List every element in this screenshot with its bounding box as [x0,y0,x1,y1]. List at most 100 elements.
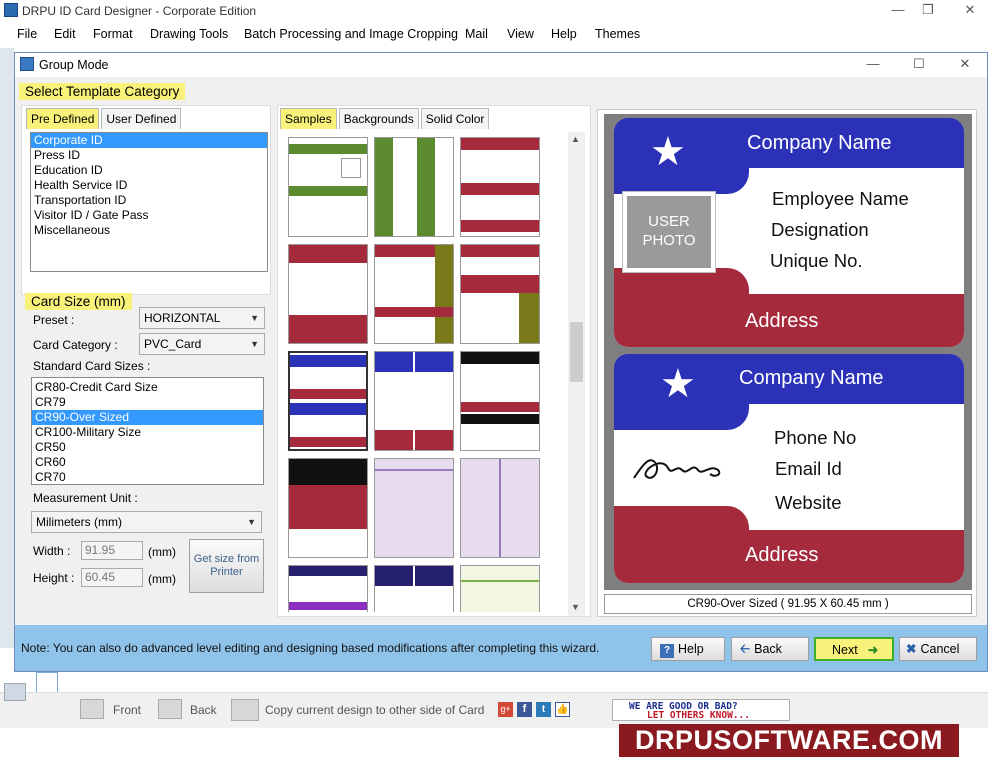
get-size-from-printer-button[interactable]: Get size from Printer [189,539,264,593]
help-label: Help [678,642,704,656]
template-thumbnail[interactable] [460,351,540,451]
page-tab[interactable] [36,672,58,694]
height-input[interactable]: 60.45 [81,568,143,587]
menu-file[interactable]: File [17,27,37,41]
copy-design-icon[interactable] [231,699,259,721]
google-plus-icon[interactable]: g+ [498,702,513,717]
measurement-unit-dropdown[interactable]: Milimeters (mm) ▼ [31,511,262,533]
menu-batch-processing[interactable]: Batch Processing and Image Cropping [244,27,458,41]
list-item[interactable]: CR70 [32,470,263,485]
brand-banner[interactable]: DRPUSOFTWARE.COM [619,724,959,757]
menu-drawing-tools[interactable]: Drawing Tools [150,27,228,41]
width-input[interactable]: 91.95 [81,541,143,560]
card-size-section-title: Card Size (mm) [25,293,132,310]
measurement-unit-value: Milimeters (mm) [36,515,122,529]
left-toolbar-strip [0,48,14,648]
chevron-down-icon: ▼ [250,313,259,323]
card-category-label: Card Category : [33,338,118,352]
list-item[interactable]: CR90-Over Sized [32,410,263,425]
template-thumbnail[interactable] [288,137,368,237]
preset-value: HORIZONTAL [144,311,221,325]
measurement-unit-label: Measurement Unit : [33,491,138,505]
arrow-right-icon: ➜ [867,643,879,657]
list-item[interactable]: CR50 [32,440,263,455]
list-item[interactable]: CR79 [32,395,263,410]
template-thumbnail[interactable] [288,351,368,451]
app-window: DRPU ID Card Designer - Corporate Editio… [0,0,988,757]
feedback-banner[interactable]: WE ARE GOOD OR BAD? LET OTHERS KNOW... [612,699,790,721]
template-thumbnail[interactable] [374,137,454,237]
template-thumbnail[interactable] [374,565,454,612]
menu-edit[interactable]: Edit [54,27,76,41]
dialog-minimize-icon[interactable]: — [855,54,891,76]
front-label[interactable]: Front [113,703,141,717]
menu-help[interactable]: Help [551,27,577,41]
list-item[interactable]: Miscellaneous [31,223,267,238]
tab-solid-color[interactable]: Solid Color [420,108,490,129]
front-line-2: Designation [771,219,869,240]
template-thumbnail[interactable] [460,565,540,612]
list-item[interactable]: Transportation ID [31,193,267,208]
menu-format[interactable]: Format [93,27,133,41]
chevron-down-icon: ▼ [247,517,256,527]
size-caption: CR90-Over Sized ( 91.95 X 60.45 mm ) [604,594,972,614]
template-thumbnail[interactable] [460,137,540,237]
gallery-scrollbar[interactable]: ▲ ▼ [568,132,585,616]
width-unit: (mm) [148,545,176,559]
list-item[interactable]: Health Service ID [31,178,267,193]
template-thumbnail[interactable] [460,458,540,558]
close-icon[interactable]: ✕ [952,0,988,22]
dialog-maximize-icon[interactable]: ☐ [901,54,937,76]
twitter-icon[interactable]: t [536,702,551,717]
list-item[interactable]: Education ID [31,163,267,178]
back-button[interactable]: 🡠 Back [731,637,809,661]
menu-mail[interactable]: Mail [465,27,488,41]
dialog-close-icon[interactable]: ✕ [947,54,983,76]
title-bar: DRPU ID Card Designer - Corporate Editio… [0,0,988,22]
menu-bar: File Edit Format Drawing Tools Batch Pro… [0,22,988,48]
tab-pre-defined[interactable]: Pre Defined [26,108,100,129]
list-item[interactable]: CR80-Credit Card Size [32,380,263,395]
card-category-value: PVC_Card [144,337,202,351]
front-card-icon[interactable] [80,699,104,719]
layers-icon[interactable] [4,683,26,701]
template-thumbnail[interactable] [374,458,454,558]
back-card-icon[interactable] [158,699,182,719]
list-item[interactable]: CR60 [32,455,263,470]
template-thumbnail[interactable] [288,565,368,612]
card-front: ★ Company Name USER PHOTO Employee Name … [614,118,964,347]
category-list[interactable]: Corporate ID Press ID Education ID Healt… [30,132,268,272]
facebook-icon[interactable]: f [517,702,532,717]
preset-dropdown[interactable]: HORIZONTAL ▼ [139,307,265,329]
template-thumbnail[interactable] [288,244,368,344]
back-label[interactable]: Back [190,703,217,717]
list-item[interactable]: CR100-Military Size [32,425,263,440]
tab-samples[interactable]: Samples [280,108,337,129]
tab-user-defined[interactable]: User Defined [101,108,182,129]
next-button[interactable]: Next ➜ [814,637,894,661]
list-item[interactable]: Visitor ID / Gate Pass [31,208,267,223]
template-thumbnail[interactable] [374,244,454,344]
menu-view[interactable]: View [507,27,534,41]
menu-themes[interactable]: Themes [595,27,640,41]
scroll-down-icon[interactable]: ▼ [571,602,580,612]
list-item[interactable]: Corporate ID [31,133,267,148]
height-unit: (mm) [148,572,176,586]
bottom-toolbar: Front Back Copy current design to other … [0,683,988,728]
scroll-up-icon[interactable]: ▲ [571,134,580,144]
template-thumbnail[interactable] [374,351,454,451]
template-thumbnail[interactable] [460,244,540,344]
scrollbar-thumb[interactable] [570,322,583,382]
restore-icon[interactable]: ❐ [910,0,946,22]
help-button[interactable]: ? Help [651,637,725,661]
copy-design-label[interactable]: Copy current design to other side of Car… [265,703,484,717]
back-line-2: Email Id [775,458,842,479]
like-icon[interactable]: 👍 [555,702,570,717]
card-category-dropdown[interactable]: PVC_Card ▼ [139,333,265,355]
signature-icon [633,459,721,479]
standard-sizes-list[interactable]: CR80-Credit Card Size CR79 CR90-Over Siz… [31,377,264,485]
cancel-button[interactable]: ✖ Cancel [899,637,977,661]
list-item[interactable]: Press ID [31,148,267,163]
tab-backgrounds[interactable]: Backgrounds [338,108,419,129]
template-thumbnail[interactable] [288,458,368,558]
